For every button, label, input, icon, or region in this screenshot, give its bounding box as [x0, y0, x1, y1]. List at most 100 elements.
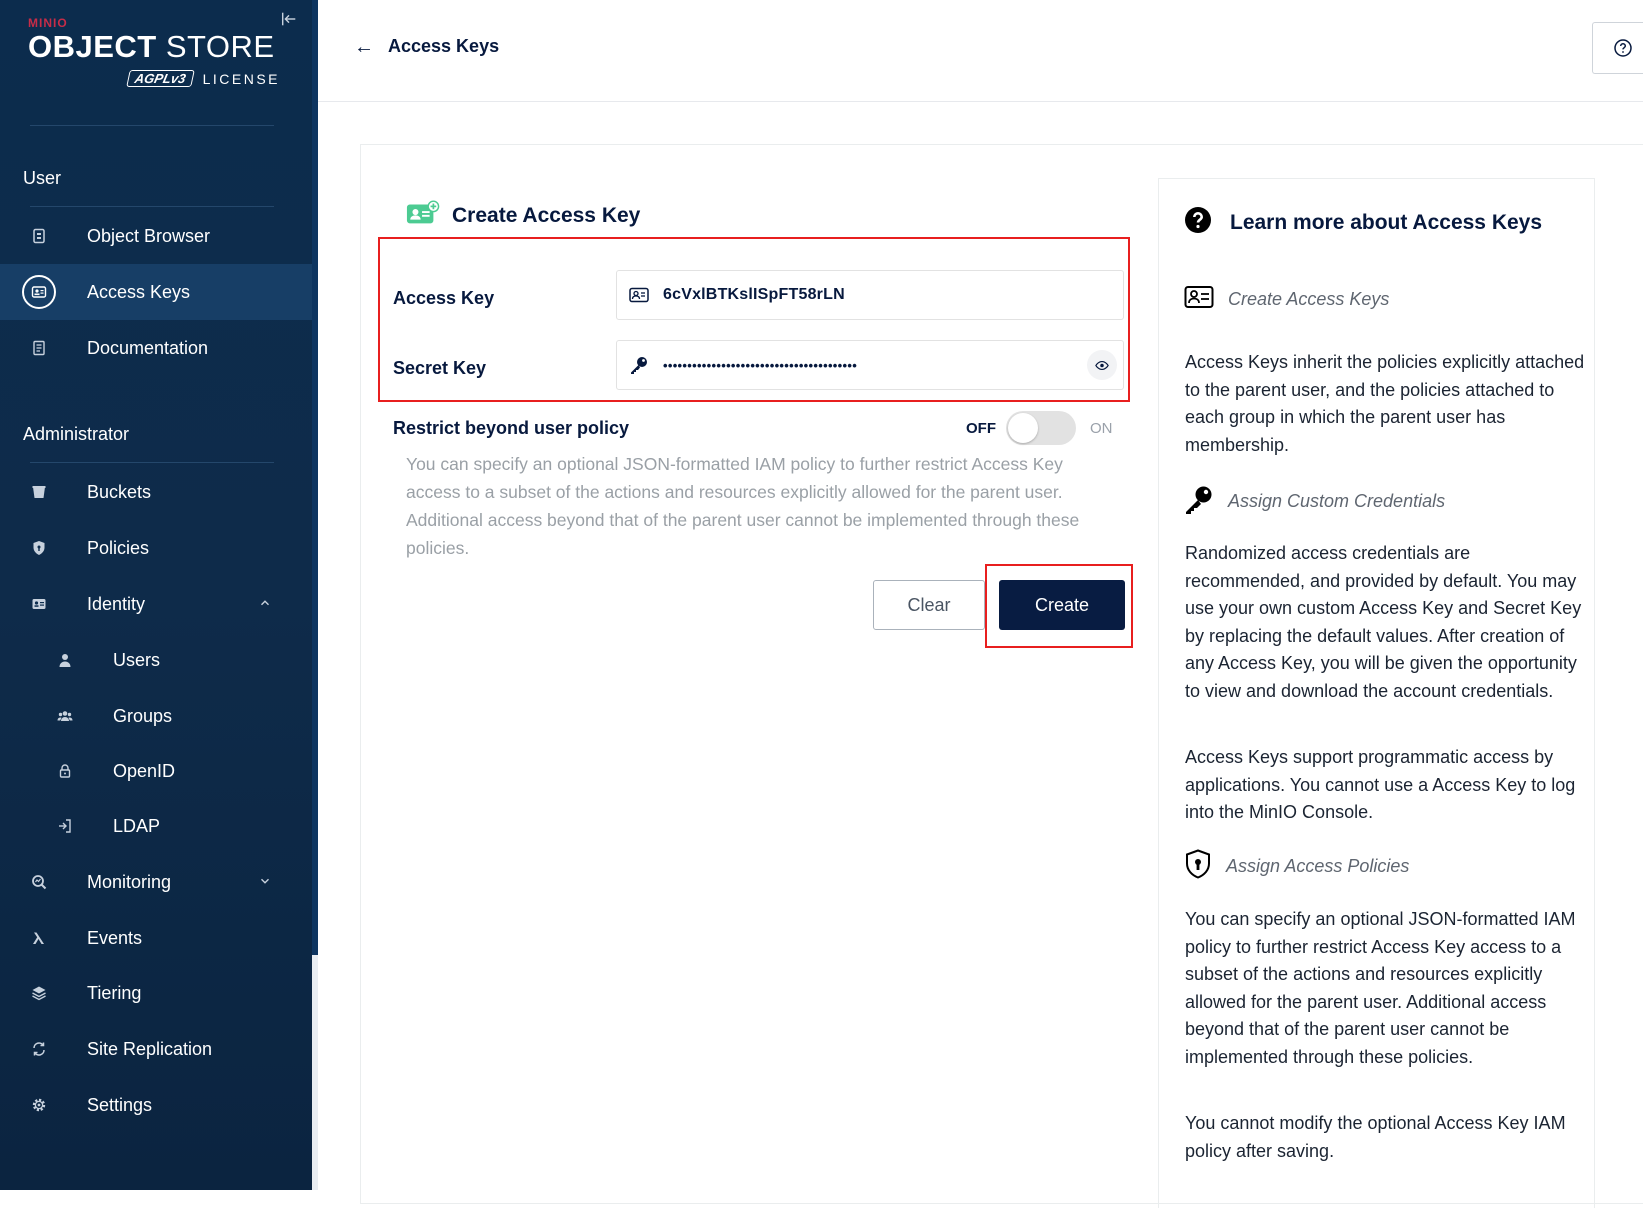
- access-keys-icon: [22, 275, 56, 309]
- help-sub-policies: Assign Access Policies: [1184, 849, 1409, 884]
- sidebar-item-label: Monitoring: [87, 871, 172, 892]
- id-card-icon: [1184, 284, 1214, 315]
- sidebar-item-tiering[interactable]: Tiering: [0, 965, 312, 1021]
- chevron-down-icon[interactable]: [258, 874, 274, 890]
- key-icon: [629, 355, 649, 375]
- sidebar-item-object-browser[interactable]: Object Browser: [0, 208, 312, 264]
- ldap-icon: [48, 809, 82, 843]
- access-key-value: 6cVxlBTKslISpFT58rLN: [663, 286, 845, 303]
- page-header: ← Access Keys: [318, 0, 1643, 102]
- sidebar-item-buckets[interactable]: Buckets: [0, 464, 312, 520]
- clear-button[interactable]: Clear: [873, 580, 985, 630]
- shield-lock-icon: [1184, 849, 1212, 884]
- sidebar-item-events[interactable]: Events: [0, 910, 312, 966]
- question-circle-icon: [1184, 206, 1212, 239]
- sidebar-item-label: Documentation: [87, 337, 209, 358]
- help-button[interactable]: [1592, 22, 1643, 74]
- sidebar-scrollbar-thumb[interactable]: [312, 0, 318, 955]
- help-sub-label: Assign Custom Credentials: [1228, 491, 1446, 511]
- sidebar-item-label: Identity: [87, 593, 146, 614]
- sidebar-item-ldap[interactable]: LDAP: [0, 798, 312, 854]
- sidebar-item-openid[interactable]: OpenID: [0, 743, 312, 799]
- restrict-policy-description: You can specify an optional JSON-formatt…: [406, 454, 1080, 558]
- sidebar-item-groups[interactable]: Groups: [0, 688, 312, 744]
- logo-brand: MINIO: [28, 16, 68, 30]
- sidebar-item-label: LDAP: [113, 815, 161, 836]
- sidebar-item-label: Settings: [87, 1094, 153, 1115]
- sidebar-item-label: Object Browser: [87, 225, 211, 246]
- toggle-knob: [1008, 413, 1038, 443]
- form-title: Create Access Key: [452, 203, 641, 227]
- back-button[interactable]: ← Access Keys: [354, 36, 499, 57]
- tiering-icon: [22, 976, 56, 1010]
- sidebar-item-label: Groups: [113, 705, 173, 726]
- minio-logo[interactable]: MINIO OBJECT STORE AGPLv3 LICENSE: [28, 16, 278, 96]
- create-button[interactable]: Create: [999, 580, 1125, 630]
- sidebar-item-monitoring[interactable]: Monitoring: [0, 854, 312, 910]
- sidebar-item-site-replication[interactable]: Site Replication: [0, 1021, 312, 1077]
- sidebar-item-label: Access Keys: [87, 281, 191, 302]
- help-paragraph: Access Keys support programmatic access …: [1185, 747, 1576, 822]
- license-text: LICENSE: [202, 70, 280, 87]
- sidebar-item-label: Policies: [87, 537, 150, 558]
- site-replication-icon: [22, 1032, 56, 1066]
- sidebar-item-documentation[interactable]: Documentation: [0, 320, 312, 376]
- sidebar-item-label: Events: [87, 927, 143, 948]
- events-icon: [22, 921, 56, 955]
- openid-icon: [48, 754, 82, 788]
- secret-key-label: Secret Key: [393, 358, 487, 378]
- agpl-badge: AGPLv3: [126, 70, 195, 87]
- sidebar: MINIO OBJECT STORE AGPLv3 LICENSE User O…: [0, 0, 312, 1190]
- help-paragraph: Randomized access credentials are recomm…: [1185, 543, 1582, 701]
- logo-title: OBJECT STORE: [28, 29, 275, 64]
- sidebar-item-users[interactable]: Users: [0, 632, 312, 688]
- section-user: User: [23, 168, 62, 188]
- collapse-sidebar-icon[interactable]: [280, 10, 300, 30]
- access-key-label: Access Key: [393, 288, 495, 308]
- toggle-on-label: ON: [1090, 420, 1113, 437]
- form-header: Create Access Key: [406, 200, 640, 231]
- sidebar-item-label: OpenID: [113, 760, 176, 781]
- sidebar-item-identity[interactable]: Identity: [0, 576, 312, 632]
- restrict-policy-toggle[interactable]: [1006, 411, 1076, 445]
- show-password-eye-icon[interactable]: [1087, 350, 1117, 380]
- toggle-off-label: OFF: [966, 420, 996, 437]
- help-sub-custom: Assign Custom Credentials: [1184, 484, 1445, 519]
- users-icon: [48, 643, 82, 677]
- secret-key-field[interactable]: ••••••••••••••••••••••••••••••••••••••••: [616, 340, 1124, 390]
- divider: [30, 462, 274, 463]
- sidebar-item-label: Tiering: [87, 982, 142, 1003]
- id-card-icon: [629, 285, 649, 305]
- chevron-up-icon[interactable]: [258, 596, 274, 612]
- help-paragraph: You cannot modify the optional Access Ke…: [1185, 1113, 1566, 1161]
- page-title: Access Keys: [388, 36, 500, 56]
- license-mark: AGPLv3 LICENSE: [126, 70, 280, 87]
- section-administrator: Administrator: [23, 424, 130, 444]
- sidebar-item-label: Users: [113, 649, 161, 670]
- object-browser-icon: [22, 219, 56, 253]
- policies-icon: [22, 531, 56, 565]
- help-paragraph: You can specify an optional JSON-formatt…: [1185, 909, 1576, 1067]
- sidebar-scrollbar-track[interactable]: [312, 955, 318, 1190]
- sidebar-item-settings[interactable]: Settings: [0, 1077, 312, 1133]
- divider: [30, 206, 274, 207]
- back-arrow-icon: ←: [354, 35, 374, 58]
- help-sub-create: Create Access Keys: [1184, 284, 1389, 315]
- help-title: Learn more about Access Keys: [1230, 210, 1543, 234]
- help-paragraph: Access Keys inherit the policies explici…: [1185, 352, 1585, 455]
- buckets-icon: [22, 475, 56, 509]
- divider: [30, 125, 274, 126]
- key-icon: [1184, 484, 1214, 519]
- create-access-key-icon: [406, 200, 440, 231]
- sidebar-item-policies[interactable]: Policies: [0, 520, 312, 576]
- sidebar-item-access-keys[interactable]: Access Keys: [0, 264, 312, 320]
- access-key-field[interactable]: 6cVxlBTKslISpFT58rLN: [616, 270, 1124, 320]
- help-panel-header: Learn more about Access Keys: [1184, 206, 1542, 239]
- restrict-policy-label: Restrict beyond user policy: [393, 418, 630, 438]
- secret-key-value: ••••••••••••••••••••••••••••••••••••••••: [663, 357, 858, 373]
- sidebar-item-label: Buckets: [87, 481, 152, 502]
- help-sub-label: Assign Access Policies: [1226, 856, 1410, 876]
- help-icon: [1613, 39, 1632, 57]
- monitoring-icon: [22, 865, 56, 899]
- help-sub-label: Create Access Keys: [1228, 289, 1390, 309]
